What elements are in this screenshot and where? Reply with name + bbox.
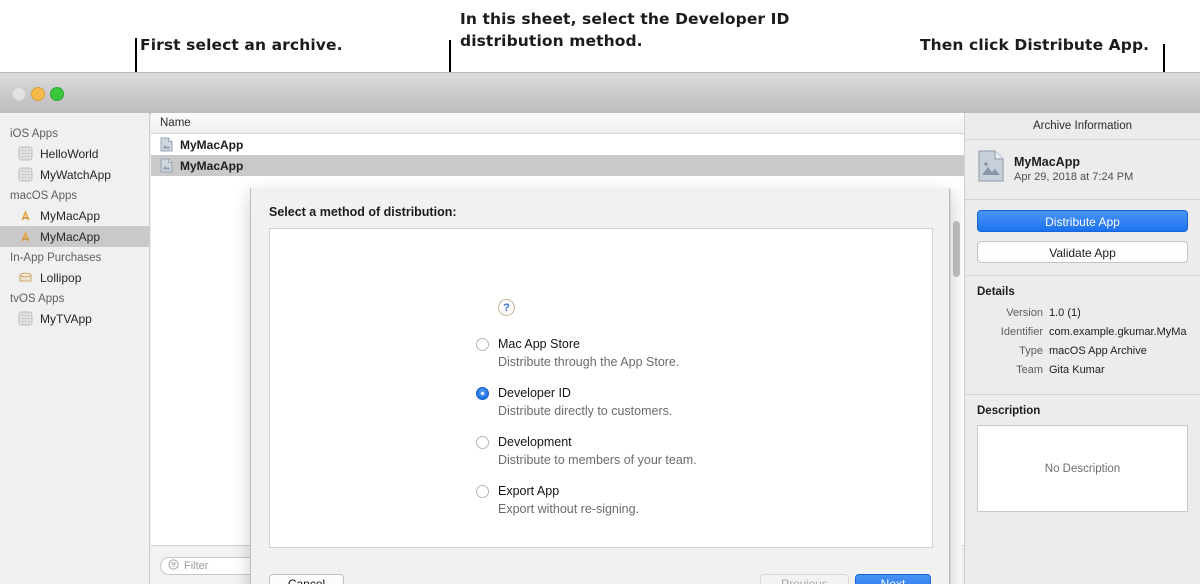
detail-label: Type: [1019, 345, 1043, 357]
option-developer-id[interactable]: Developer ID Distribute directly to cust…: [476, 386, 906, 418]
archive-file-icon: [977, 150, 1005, 187]
description-section: Description No Description: [965, 394, 1200, 524]
sidebar-item-mymacapp-1[interactable]: MyMacApp: [0, 205, 149, 226]
sidebar-item-mywatchapp[interactable]: MyWatchApp: [0, 164, 149, 185]
ios-app-icon: [18, 167, 33, 182]
distribute-app-button[interactable]: Distribute App: [977, 210, 1188, 232]
description-title: Description: [977, 405, 1041, 417]
sheet-prompt: Select a method of distribution:: [269, 205, 457, 219]
sidebar-item-label: Lollipop: [40, 270, 82, 285]
sidebar-item-label: MyTVApp: [40, 311, 92, 326]
archive-file-icon: [160, 137, 173, 152]
radio-developer-id[interactable]: [476, 387, 489, 400]
option-title: Mac App Store: [498, 337, 580, 351]
distribution-options-group: Mac App Store Distribute through the App…: [476, 299, 906, 533]
inspector-app-name: MyMacApp: [1014, 154, 1080, 169]
option-title: Development: [498, 435, 572, 449]
sidebar: iOS Apps HelloWorld MyWatchApp macOS App…: [0, 113, 150, 584]
annotation-text-1: First select an archive.: [140, 36, 343, 54]
detail-row-identifier: Identifier com.example.gkumar.MyMa…: [977, 325, 1188, 339]
previous-button[interactable]: Previous: [760, 574, 849, 584]
option-export-app[interactable]: Export App Export without re-signing.: [476, 484, 906, 516]
table-row[interactable]: MyMacApp: [151, 155, 965, 176]
description-textarea[interactable]: No Description: [977, 425, 1188, 512]
sidebar-item-mymacapp-2[interactable]: MyMacApp: [0, 226, 149, 247]
detail-label: Version: [1006, 307, 1043, 319]
validate-app-button[interactable]: Validate App: [977, 241, 1188, 263]
sidebar-item-label: MyMacApp: [40, 208, 101, 223]
radio-export-app[interactable]: [476, 485, 489, 498]
help-button[interactable]: ?: [498, 299, 515, 316]
next-button[interactable]: Next: [855, 574, 931, 584]
option-description: Distribute through the App Store.: [498, 355, 680, 369]
option-development[interactable]: Development Distribute to members of you…: [476, 435, 906, 467]
detail-row-type: Type macOS App Archive: [977, 344, 1188, 358]
sidebar-group-macos-apps: macOS Apps: [10, 190, 78, 202]
details-title: Details: [977, 286, 1015, 298]
inspector-title: Archive Information: [965, 113, 1200, 140]
macos-app-icon: [18, 208, 33, 223]
xcode-organizer-window: Archives Crashes Energy iOS Apps: [0, 72, 1200, 584]
annotation-text-2: In this sheet, select the Developer ID d…: [460, 10, 790, 50]
filter-placeholder: Filter: [184, 560, 209, 572]
option-description: Export without re-signing.: [498, 502, 640, 516]
description-placeholder: No Description: [1044, 462, 1121, 475]
window-titlebar: [0, 73, 1200, 114]
detail-value: com.example.gkumar.MyMa…: [1049, 326, 1188, 338]
macos-app-icon: [18, 229, 33, 244]
detail-row-team: Team Gita Kumar: [977, 363, 1188, 377]
in-app-purchase-icon: [18, 270, 33, 285]
archive-row-name: MyMacApp: [180, 158, 244, 173]
sidebar-item-label: MyMacApp: [40, 229, 101, 244]
detail-label: Team: [1016, 364, 1043, 376]
option-description: Distribute to members of your team.: [498, 453, 697, 467]
filter-icon: [168, 559, 179, 573]
details-section: Details Version 1.0 (1) Identifier com.e…: [965, 276, 1200, 394]
inspector-app-date: Apr 29, 2018 at 7:24 PM: [1014, 170, 1134, 183]
zoom-button-icon[interactable]: [50, 87, 64, 101]
option-title: Developer ID: [498, 386, 571, 400]
minimize-button-icon[interactable]: [31, 87, 45, 101]
distribution-method-sheet: Select a method of distribution: Mac App…: [250, 188, 950, 584]
archive-file-icon: [160, 158, 173, 173]
sidebar-item-label: MyWatchApp: [40, 167, 111, 182]
sidebar-group-tvos-apps: tvOS Apps: [10, 293, 65, 305]
cancel-button[interactable]: Cancel: [269, 574, 344, 584]
tvos-app-icon: [18, 311, 33, 326]
radio-development[interactable]: [476, 436, 489, 449]
screenshot-root: First select an archive. In this sheet, …: [0, 0, 1200, 584]
detail-value: 1.0 (1): [1049, 307, 1081, 319]
annotation-text-3: Then click Distribute App.: [920, 36, 1150, 54]
table-row[interactable]: MyMacApp: [151, 134, 965, 155]
inspector-app-summary: MyMacApp Apr 29, 2018 at 7:24 PM: [965, 140, 1200, 200]
list-scrollbar[interactable]: [950, 189, 962, 584]
column-header-name: Name: [160, 117, 191, 129]
sidebar-item-helloworld[interactable]: HelloWorld: [0, 143, 149, 164]
inspector-actions: Distribute App Validate App: [965, 200, 1200, 276]
sidebar-group-ios-apps: iOS Apps: [10, 128, 58, 140]
ios-app-icon: [18, 146, 33, 161]
detail-value: Gita Kumar: [1049, 364, 1105, 376]
archive-list-header: Name: [151, 113, 965, 134]
option-mac-app-store[interactable]: Mac App Store Distribute through the App…: [476, 337, 906, 369]
detail-value: macOS App Archive: [1049, 345, 1147, 357]
sheet-footer: Cancel Previous Next: [251, 560, 949, 584]
archive-information-inspector: Archive Information MyMacApp Apr 29, 201…: [965, 113, 1200, 584]
detail-row-version: Version 1.0 (1): [977, 306, 1188, 320]
detail-label: Identifier: [1000, 326, 1043, 338]
archive-row-name: MyMacApp: [180, 137, 244, 152]
close-button-icon[interactable]: [12, 87, 26, 101]
option-title: Export App: [498, 484, 560, 498]
sidebar-item-mytvapp[interactable]: MyTVApp: [0, 308, 149, 329]
sidebar-item-label: HelloWorld: [40, 146, 99, 161]
option-description: Distribute directly to customers.: [498, 404, 673, 418]
sidebar-group-in-app-purchases: In-App Purchases: [10, 252, 102, 264]
radio-mac-app-store[interactable]: [476, 338, 489, 351]
scrollbar-thumb[interactable]: [953, 221, 960, 277]
sheet-options-panel: Mac App Store Distribute through the App…: [269, 228, 933, 548]
sidebar-item-lollipop[interactable]: Lollipop: [0, 267, 149, 288]
